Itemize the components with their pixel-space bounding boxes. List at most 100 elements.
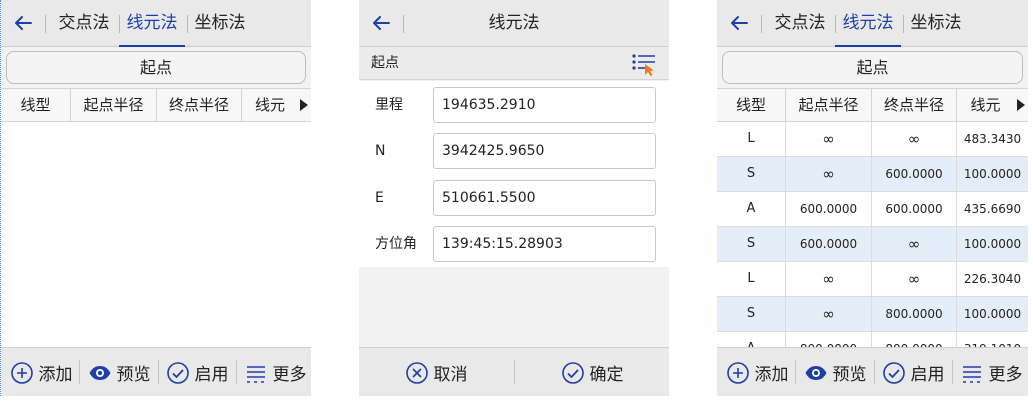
cell-type: A <box>717 332 786 347</box>
tab-coordinate-method[interactable]: 坐标法 <box>905 0 967 47</box>
preview-label: 预览 <box>832 365 867 385</box>
scroll-right-icon[interactable] <box>300 99 308 111</box>
field-label-east: E <box>375 190 384 206</box>
bottom-toolbar: 添加 预览 启用 更多 <box>1 347 311 396</box>
table-row[interactable]: S ∞ 800.0000 100.0000 <box>717 297 1028 332</box>
panel-empty-list: 交点法 线元法 坐标法 起点 线型 起点半径 终点半径 线元 添加 预览 启用 … <box>0 0 311 396</box>
column-header-start-radius: 起点半径 <box>71 89 157 121</box>
section-header: 起点 <box>359 47 669 80</box>
cell-type: S <box>717 157 786 191</box>
add-button[interactable]: 添加 <box>721 348 793 396</box>
tab-separator <box>761 15 762 33</box>
check-circle-icon <box>561 361 584 384</box>
north-input[interactable]: 3942425.9650 <box>433 133 656 169</box>
back-arrow-icon[interactable] <box>725 9 753 37</box>
cancel-label: 取消 <box>433 365 468 385</box>
menu-lines-icon <box>962 365 981 383</box>
toolbar-separator <box>874 360 875 384</box>
check-circle-icon <box>882 361 905 384</box>
enable-label: 启用 <box>910 365 945 385</box>
start-point-button[interactable]: 起点 <box>6 51 306 84</box>
scroll-right-icon[interactable] <box>1017 99 1025 111</box>
list-cursor-icon[interactable] <box>631 52 657 76</box>
toolbar-separator <box>158 360 159 384</box>
field-label-azimuth: 方位角 <box>375 236 417 252</box>
cell-end-radius: ∞ <box>872 262 957 296</box>
cell-type: L <box>717 122 786 156</box>
cell-element-length: 100.0000 <box>963 167 1022 181</box>
mileage-input[interactable]: 194635.2910 <box>433 87 656 123</box>
add-label: 添加 <box>754 365 789 385</box>
add-label: 添加 <box>38 365 73 385</box>
more-button[interactable]: 更多 <box>239 348 311 396</box>
tab-element-method[interactable]: 线元法 <box>119 0 185 47</box>
column-header-start-radius: 起点半径 <box>786 89 872 121</box>
eye-icon <box>805 365 826 380</box>
enable-button[interactable]: 启用 <box>161 348 233 396</box>
table-body-empty <box>1 122 311 347</box>
preview-button[interactable]: 预览 <box>799 348 871 396</box>
start-point-form: 里程 194635.2910 N 3942425.9650 E 510661.5… <box>359 81 669 267</box>
table-row[interactable]: A 600.0000 600.0000 435.6690 <box>717 192 1028 227</box>
toolbar-separator <box>795 360 796 384</box>
cell-type: S <box>717 227 786 261</box>
column-header-end-radius: 终点半径 <box>872 89 957 121</box>
cell-end-radius: ∞ <box>872 227 957 261</box>
start-point-button[interactable]: 起点 <box>722 51 1023 84</box>
tab-coordinate-method[interactable]: 坐标法 <box>189 0 251 47</box>
enable-button[interactable]: 启用 <box>877 348 949 396</box>
cell-type: A <box>717 192 786 226</box>
tab-element-method[interactable]: 线元法 <box>835 0 901 47</box>
cell-end-radius: 800.0000 <box>872 332 957 347</box>
top-bar: 交点法 线元法 坐标法 <box>1 0 311 47</box>
tab-separator <box>45 15 46 33</box>
table-row[interactable]: A800.0000800.0000319.1010 <box>717 332 1028 347</box>
panel-filled-list: 交点法 线元法 坐标法 起点 线型 起点半径 终点半径 线元 L ∞ ∞ 483.34… <box>717 0 1028 396</box>
cell-type: L <box>717 262 786 296</box>
eye-icon <box>89 365 110 380</box>
top-bar: 交点法 线元法 坐标法 <box>717 0 1028 47</box>
table-row[interactable]: S 600.0000 ∞ 100.0000 <box>717 227 1028 262</box>
table-header: 线型 起点半径 终点半径 线元 <box>717 88 1028 122</box>
panel-start-point-editor: 线元法 起点 里程 194635.2910 N 3942425.9650 E 5… <box>359 0 669 396</box>
top-bar: 线元法 <box>359 0 669 47</box>
cell-start-radius: ∞ <box>786 262 872 296</box>
cell-start-radius: ∞ <box>786 122 872 156</box>
table-header: 线型 起点半径 终点半径 线元 <box>1 88 311 122</box>
back-arrow-icon[interactable] <box>9 9 37 37</box>
column-header-type: 线型 <box>717 89 786 121</box>
cancel-button[interactable]: 取消 <box>359 348 513 396</box>
add-circle-icon <box>726 361 749 384</box>
page-title: 线元法 <box>488 13 540 33</box>
bottom-toolbar: 取消 确定 <box>359 347 669 396</box>
table-row[interactable]: L ∞ ∞ 226.3040 <box>717 262 1028 297</box>
tab-intersection-method[interactable]: 交点法 <box>53 0 115 47</box>
cell-start-radius: 800.0000 <box>786 332 872 347</box>
preview-label: 预览 <box>116 365 151 385</box>
confirm-button[interactable]: 确定 <box>515 348 669 396</box>
cell-element-length: 435.6690 <box>963 202 1022 216</box>
table-row[interactable]: S ∞ 600.0000 100.0000 <box>717 157 1028 192</box>
cell-element-length: 483.3430 <box>963 132 1022 146</box>
cell-element-length: 319.1010 <box>957 332 1028 347</box>
azimuth-input[interactable]: 139:45:15.28903 <box>433 226 656 262</box>
cell-element-length: 100.0000 <box>963 307 1022 321</box>
cell-start-radius: 600.0000 <box>786 192 872 226</box>
table-row[interactable]: L ∞ ∞ 483.3430 <box>717 122 1028 157</box>
add-button[interactable]: 添加 <box>5 348 77 396</box>
add-circle-icon <box>10 361 33 384</box>
column-header-type: 线型 <box>1 89 71 121</box>
enable-label: 启用 <box>194 365 229 385</box>
east-input[interactable]: 510661.5500 <box>433 180 656 216</box>
check-circle-icon <box>166 361 189 384</box>
tab-intersection-method[interactable]: 交点法 <box>769 0 831 47</box>
cell-end-radius: 800.0000 <box>872 297 957 331</box>
more-button[interactable]: 更多 <box>955 348 1027 396</box>
preview-button[interactable]: 预览 <box>83 348 155 396</box>
cancel-circle-icon <box>405 361 428 384</box>
cell-end-radius: 600.0000 <box>872 157 957 191</box>
column-header-end-radius: 终点半径 <box>157 89 242 121</box>
field-label-mileage: 里程 <box>375 97 403 113</box>
more-label: 更多 <box>988 365 1023 385</box>
more-label: 更多 <box>272 365 307 385</box>
